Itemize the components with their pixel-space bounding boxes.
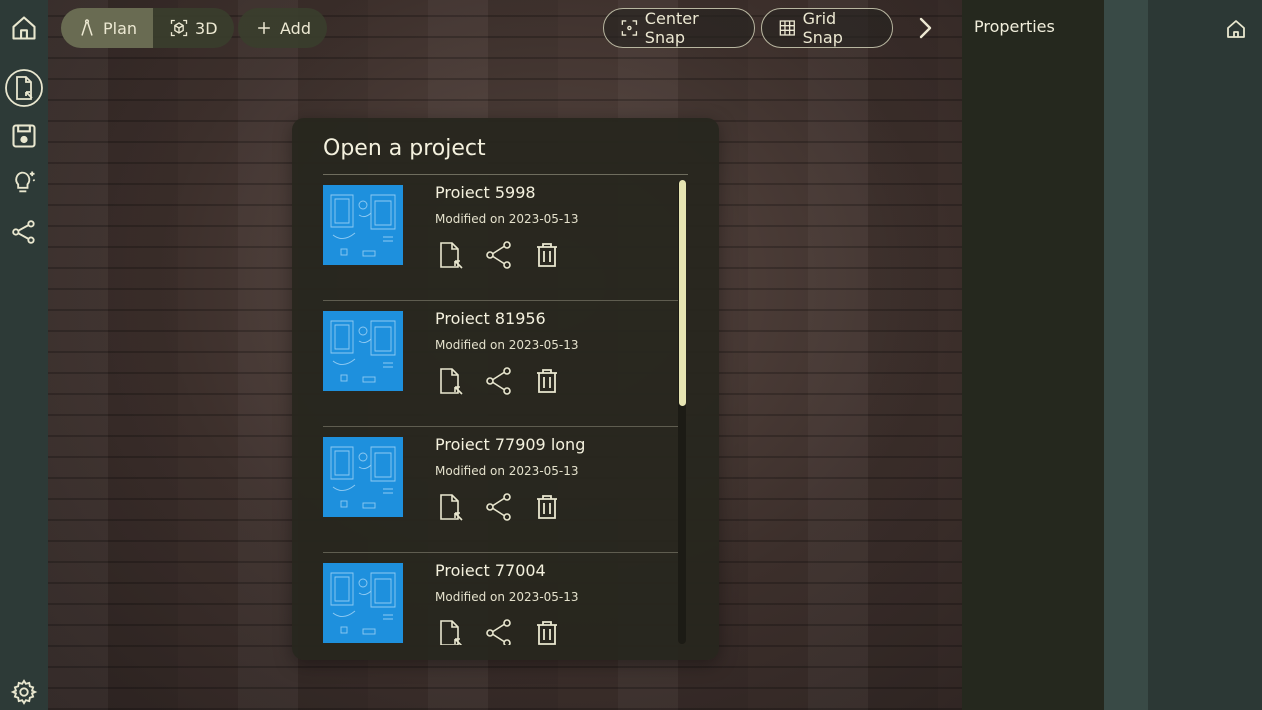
delete-project-button[interactable] bbox=[531, 491, 563, 523]
grid-icon bbox=[779, 20, 795, 36]
save-icon bbox=[12, 124, 36, 148]
project-thumbnail[interactable] bbox=[323, 437, 403, 517]
project-thumbnail[interactable] bbox=[323, 185, 403, 265]
compass-icon bbox=[81, 19, 93, 36]
scrollbar-thumb[interactable] bbox=[679, 180, 686, 406]
project-thumbnail[interactable] bbox=[323, 563, 403, 643]
trash-icon bbox=[537, 495, 557, 519]
right-panel bbox=[1148, 0, 1262, 710]
center-snap-button[interactable]: Center Snap bbox=[603, 8, 755, 48]
share-button[interactable] bbox=[4, 212, 44, 252]
open-project-button[interactable] bbox=[435, 617, 467, 645]
modified-date: Modified on 2023-05-13 bbox=[435, 590, 579, 604]
delete-project-button[interactable] bbox=[531, 239, 563, 271]
lightbulb-sparkle-icon bbox=[15, 171, 36, 193]
list-item[interactable]: Proiect 77004 Modified on 2023-05-13 bbox=[323, 553, 680, 645]
list-item[interactable]: Proiect 5998 Modified on 2023-05-13 bbox=[323, 175, 680, 301]
share-icon bbox=[486, 493, 511, 521]
settings-button[interactable] bbox=[4, 672, 44, 710]
project-actions bbox=[435, 239, 563, 271]
open-project-button[interactable] bbox=[435, 365, 467, 397]
center-snap-label: Center Snap bbox=[644, 9, 699, 47]
project-name: Proiect 81956 bbox=[435, 309, 546, 328]
share-project-button[interactable] bbox=[483, 491, 515, 523]
project-thumbnail[interactable] bbox=[323, 311, 403, 391]
trash-icon bbox=[537, 621, 557, 645]
plan-label: Plan bbox=[103, 18, 138, 38]
open-file-icon bbox=[5, 69, 43, 107]
center-snap-icon bbox=[621, 20, 638, 36]
left-rail bbox=[0, 0, 48, 710]
open-file-icon bbox=[440, 494, 463, 521]
list-item[interactable]: Proiect 77909 long Modified on 2023-05-1… bbox=[323, 427, 680, 553]
dialog-title: Open a project bbox=[323, 136, 486, 161]
open-file-icon bbox=[440, 620, 463, 645]
plan-view-button[interactable]: Plan bbox=[61, 8, 154, 48]
project-actions bbox=[435, 365, 563, 397]
ideas-button[interactable] bbox=[4, 162, 44, 202]
add-label: Add bbox=[280, 18, 311, 38]
modified-date: Modified on 2023-05-13 bbox=[435, 338, 579, 352]
open-project-dialog: Open a project Proiect 5998 Modified on … bbox=[292, 118, 719, 660]
save-button[interactable] bbox=[4, 116, 44, 156]
cube-icon bbox=[170, 19, 188, 37]
grid-snap-button[interactable]: Grid Snap bbox=[761, 8, 893, 48]
project-actions bbox=[435, 491, 563, 523]
add-button[interactable]: Add bbox=[238, 8, 327, 48]
share-icon bbox=[12, 220, 35, 244]
project-name: Proiect 5998 bbox=[435, 183, 536, 202]
open-file-icon bbox=[440, 368, 463, 395]
project-name: Proiect 77004 bbox=[435, 561, 546, 580]
open-project-button[interactable] bbox=[435, 491, 467, 523]
delete-project-button[interactable] bbox=[531, 617, 563, 645]
home-icon[interactable] bbox=[1224, 17, 1248, 41]
properties-title: Properties bbox=[974, 17, 1055, 36]
trash-icon bbox=[537, 369, 557, 393]
right-strip bbox=[1104, 0, 1148, 710]
delete-project-button[interactable] bbox=[531, 365, 563, 397]
view-mode-toggle: Plan 3D bbox=[61, 8, 234, 48]
chevron-right-icon[interactable] bbox=[910, 14, 940, 42]
home-button[interactable] bbox=[4, 8, 44, 48]
open-project-button[interactable] bbox=[4, 68, 44, 108]
share-icon bbox=[486, 241, 511, 269]
modified-date: Modified on 2023-05-13 bbox=[435, 212, 579, 226]
share-project-button[interactable] bbox=[483, 365, 515, 397]
grid-snap-label: Grid Snap bbox=[802, 9, 843, 47]
add-button-wrap: Add bbox=[238, 8, 327, 48]
project-list[interactable]: Proiect 5998 Modified on 2023-05-13 Proi… bbox=[323, 175, 680, 645]
share-project-button[interactable] bbox=[483, 239, 515, 271]
3d-label: 3D bbox=[195, 18, 218, 38]
project-name: Proiect 77909 long bbox=[435, 435, 586, 454]
share-icon bbox=[486, 619, 511, 645]
share-icon bbox=[486, 367, 511, 395]
share-project-button[interactable] bbox=[483, 617, 515, 645]
open-project-button[interactable] bbox=[435, 239, 467, 271]
plus-icon bbox=[258, 22, 270, 34]
project-actions bbox=[435, 617, 563, 645]
list-item[interactable]: Proiect 81956 Modified on 2023-05-13 bbox=[323, 301, 680, 427]
modified-date: Modified on 2023-05-13 bbox=[435, 464, 579, 478]
3d-view-button[interactable]: 3D bbox=[153, 8, 234, 48]
home-icon bbox=[12, 16, 36, 40]
trash-icon bbox=[537, 243, 557, 267]
properties-panel: Properties bbox=[962, 0, 1104, 710]
open-file-icon bbox=[440, 242, 463, 269]
gear-icon bbox=[10, 679, 38, 705]
